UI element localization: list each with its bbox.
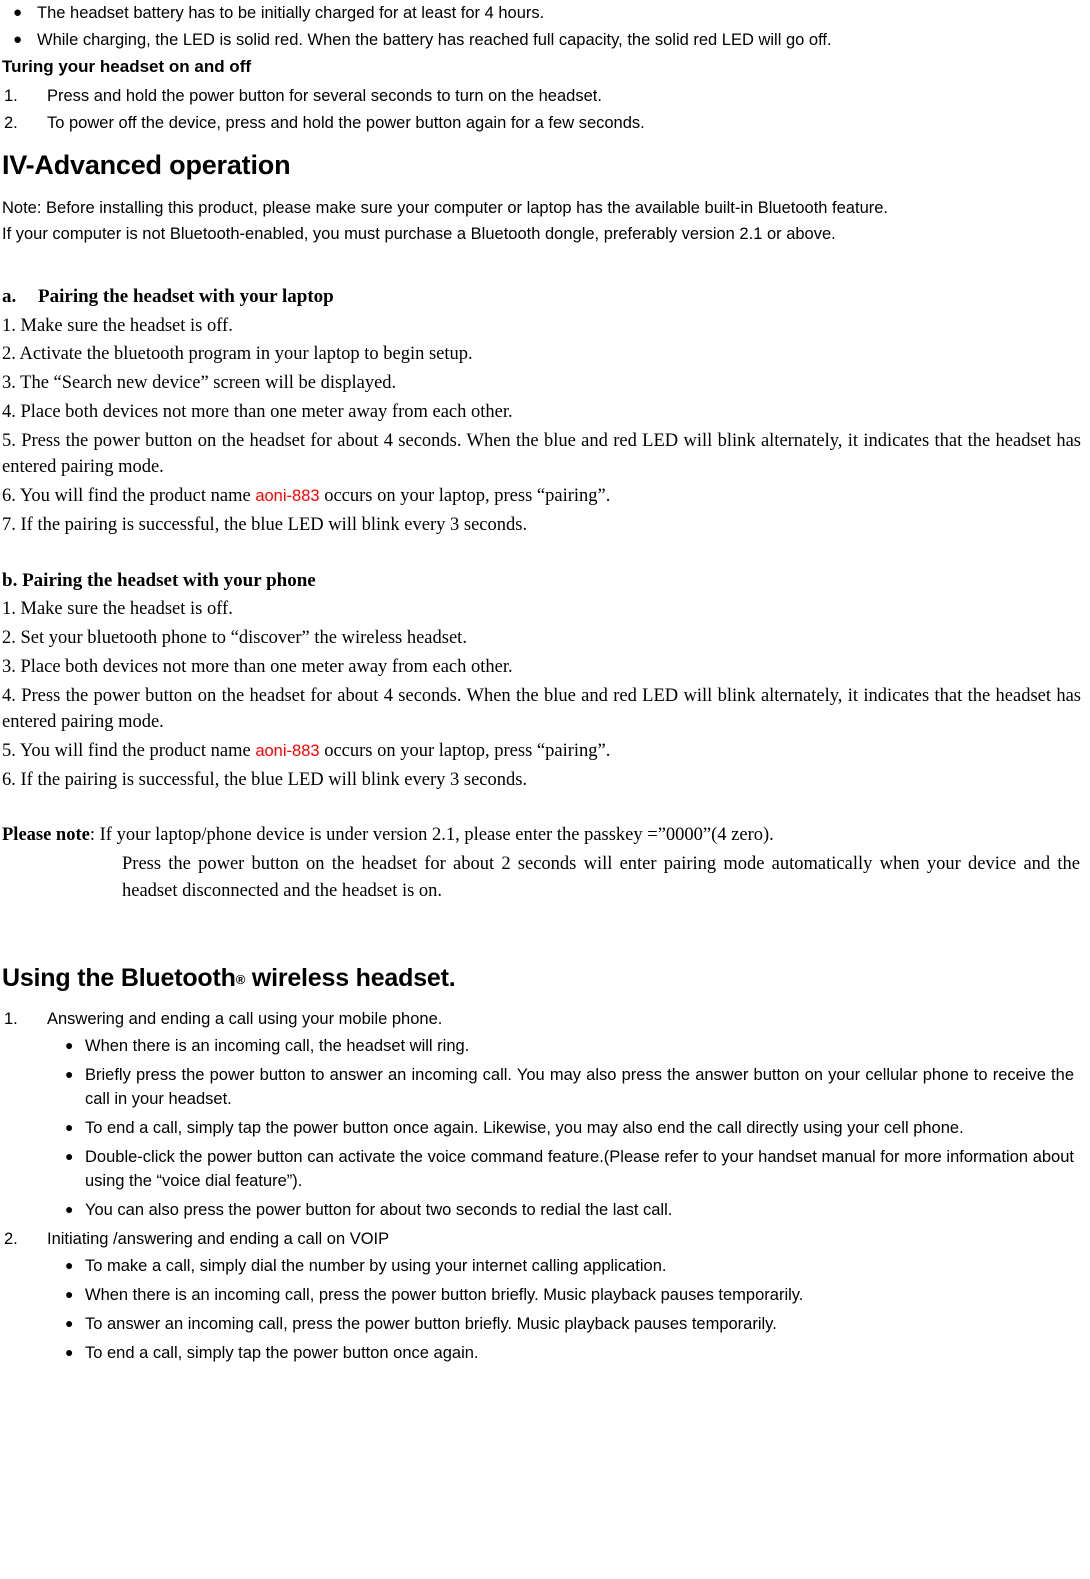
list-item: 1. Answering and ending a call using you… [2,1008,1084,1031]
advanced-note-line-2: If your computer is not Bluetooth-enable… [2,225,836,244]
list-item: ● The headset battery has to be initiall… [2,2,1084,25]
product-name: aoni-883 [255,741,320,760]
list-marker: 2. [4,114,18,133]
list-item: ● To make a call, simply dial the number… [2,1255,1084,1279]
list-item: ● To end a call, simply tap the power bu… [2,1117,1084,1141]
bullet-icon: ● [65,1200,74,1217]
pairing-laptop-step: 5. Press the power button on the headset… [2,431,1081,477]
list-item: 2. Initiating /answering and ending a ca… [2,1228,1084,1251]
heading-text-before: Using the Bluetooth [2,963,236,992]
product-name: aoni-883 [255,486,320,505]
bullet-icon: ● [65,1314,74,1331]
list-item: 1. Press and hold the power button for s… [2,85,1084,108]
bullet-icon: ● [65,1037,74,1054]
bullet-icon: ● [65,1256,74,1273]
list-item-text: While charging, the LED is solid red. Wh… [37,31,832,50]
list-item-text: Initiating /answering and ending a call … [47,1229,390,1248]
list-item-text: To end a call, simply tap the power butt… [85,1343,479,1362]
step-text-after: occurs on your laptop, press “pairing”. [319,740,611,761]
please-note-block: Please note: If your laptop/phone device… [2,822,1084,904]
list-item: ● When there is an incoming call, press … [2,1284,1084,1308]
pairing-phone-step: 3. Place both devices not more than one … [2,657,513,677]
bullet-icon: ● [65,1343,74,1360]
please-note-first-line: Please note: If your laptop/phone device… [2,822,1084,849]
page-content: ● The headset battery has to be initiall… [0,0,1090,1365]
pairing-laptop-step: 4. Place both devices not more than one … [2,402,513,423]
list-item: ● To end a call, simply tap the power bu… [2,1342,1084,1366]
list-item: ● While charging, the LED is solid red. … [2,29,1084,52]
subsection-heading-pairing-laptop: a. Pairing the headset with your laptop [2,284,1084,311]
list-item: ● Double-click the power button can acti… [2,1146,1084,1194]
pairing-phone-step: 6. If the pairing is successful, the blu… [2,769,528,790]
list-item-text: To power off the device, press and hold … [47,114,645,133]
heading-text-after: wireless headset. [245,963,456,992]
list-item-text: To end a call, simply tap the power butt… [85,1119,964,1137]
list-item-text: The headset battery has to be initially … [37,4,545,22]
list-marker: 1. [4,87,18,106]
list-item-text: Briefly press the power button to answer… [85,1066,1074,1109]
document-page: ● The headset battery has to be initiall… [0,0,1090,1579]
step-text-after: occurs on your laptop, press “pairing”. [319,485,611,506]
list-item: ● To answer an incoming call, press the … [2,1313,1084,1337]
pairing-laptop-step: 2. Activate the bluetooth program in you… [2,344,473,365]
step-text-before: 6. You will find the product name [2,485,256,506]
pairing-phone-step: 2. Set your bluetooth phone to “discover… [2,628,467,649]
pairing-phone-step: 4. Press the power button on the headset… [2,685,1081,732]
pairing-phone-step-product: 5. You will find the product name aoni-8… [2,739,1084,765]
bullet-icon: ● [65,1066,74,1083]
pairing-laptop-step-product: 6. You will find the product name aoni-8… [2,484,1084,510]
step-text-before: 5. You will find the product name [2,740,256,761]
pairing-laptop-step: 7. If the pairing is successful, the blu… [2,514,528,535]
list-item-text: To make a call, simply dial the number b… [85,1256,667,1275]
list-item-text: Double-click the power button can activa… [85,1147,1074,1190]
please-note-label: Please note [2,825,90,846]
list-item-text: You can also press the power button for … [85,1200,673,1219]
list-item-text: Press and hold the power button for seve… [47,87,602,106]
list-item-text: When there is an incoming call, press th… [85,1285,804,1304]
list-item: ● You can also press the power button fo… [2,1199,1084,1223]
list-item-text: To answer an incoming call, press the po… [85,1314,777,1333]
bullet-icon: ● [65,1119,74,1135]
bullet-icon: ● [65,1285,74,1302]
registered-trademark-icon: ® [235,971,246,987]
bullet-icon: ● [13,31,23,49]
subsection-heading-pairing-phone: b. Pairing the headset with your phone [2,569,316,591]
pairing-laptop-step: 1. Make sure the headset is off. [2,315,233,336]
list-marker: a. [2,285,17,307]
page-title-advanced-operation: IV-Advanced operation [2,150,291,181]
pairing-phone-step: 1. Make sure the headset is off. [2,599,233,620]
bullet-icon: ● [13,4,23,21]
pairing-laptop-step: 3. The “Search new device” screen will b… [2,373,397,394]
advanced-note-line-1: Note: Before installing this product, pl… [2,199,889,218]
list-item: ● When there is an incoming call, the he… [2,1035,1084,1059]
subsection-heading-text: Pairing the headset with your laptop [38,285,334,307]
list-marker: 2. [4,1229,18,1248]
list-item: ● Briefly press the power button to answ… [2,1064,1084,1112]
please-note-first-line-text: : If your laptop/phone device is under v… [89,825,774,846]
bullet-icon: ● [65,1147,74,1164]
list-marker: 1. [4,1010,18,1029]
subsection-heading-turning: Turing your headset on and off [2,57,252,77]
list-item-text: Answering and ending a call using your m… [47,1010,443,1029]
page-title-using-headset: Using the Bluetooth® wireless headset. [2,963,1084,994]
list-item-text: When there is an incoming call, the head… [85,1037,470,1056]
list-item: 2. To power off the device, press and ho… [2,112,1084,135]
please-note-indented-text: Press the power button on the headset fo… [122,854,1080,902]
